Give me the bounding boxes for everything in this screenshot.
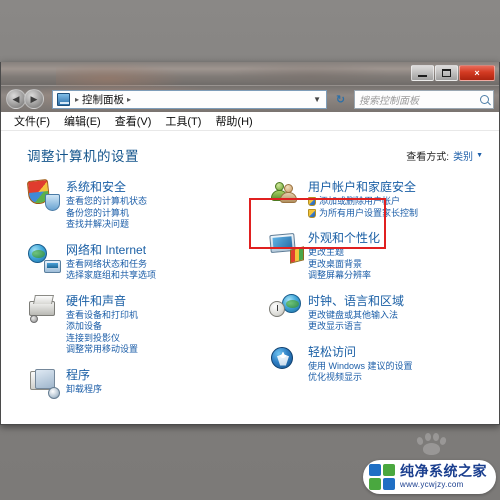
category-link[interactable]: 为所有用户设置家长控制 [308, 208, 418, 220]
control-panel-content: 调整计算机的设置 查看方式: 类别 ▼ 系统和安全 查看您的计算机状态 备份您的… [1, 131, 499, 424]
breadcrumb-control-panel[interactable]: 控制面板 [82, 92, 124, 107]
paw-print-watermark [414, 432, 448, 458]
category-title[interactable]: 时钟、语言和区域 [308, 294, 404, 308]
category-link-text: 添加或删除用户帐户 [319, 196, 401, 206]
site-watermark-url: www.ycwjzy.com [400, 479, 464, 489]
search-icon [480, 94, 489, 104]
appearance-personalization-icon [269, 230, 304, 264]
site-watermark-title: 纯净系统之家 [400, 463, 487, 480]
nav-arrows: ◀ ▶ [6, 89, 44, 109]
category-link[interactable]: 连接到投影仪 [66, 333, 138, 345]
category-link[interactable]: 更改桌面背景 [308, 259, 380, 271]
address-bar[interactable]: ▸ 控制面板 ▸ ▼ [52, 89, 327, 109]
category-link[interactable]: 查看您的计算机状态 [66, 196, 147, 208]
category-link[interactable]: 调整常用移动设置 [66, 344, 138, 356]
category-title[interactable]: 程序 [66, 368, 102, 382]
uac-shield-icon [308, 197, 316, 207]
site-logo-icon [369, 464, 395, 490]
category-link[interactable]: 调整屏幕分辨率 [308, 270, 380, 282]
menu-bar: 文件(F) 编辑(E) 查看(V) 工具(T) 帮助(H) [1, 112, 499, 131]
ease-of-access-icon [269, 344, 303, 376]
category-user-accounts-family-safety[interactable]: 用户帐户和家庭安全 添加或删除用户帐户 为所有用户设置家长控制 [269, 179, 483, 219]
view-by-selector[interactable]: 查看方式: 类别 ▼ [406, 145, 483, 163]
user-accounts-icon [269, 179, 303, 211]
window-controls: × [410, 65, 495, 81]
view-by-label: 查看方式: [406, 152, 450, 163]
category-link[interactable]: 查找并解决问题 [66, 219, 147, 231]
category-link-text: 为所有用户设置家长控制 [319, 207, 419, 218]
category-columns: 系统和安全 查看您的计算机状态 备份您的计算机 查找并解决问题 网络和 Inte… [26, 178, 483, 410]
category-clock-language-region[interactable]: 时钟、语言和区域 更改键盘或其他输入法 更改显示语言 [269, 293, 483, 333]
chevron-down-icon[interactable]: ▼ [476, 152, 483, 159]
hardware-sound-icon [27, 293, 61, 325]
breadcrumb-separator-1: ▸ [75, 94, 80, 104]
minimize-button[interactable] [411, 65, 434, 81]
category-link[interactable]: 添加或删除用户帐户 [308, 196, 418, 208]
category-hardware-and-sound[interactable]: 硬件和声音 查看设备和打印机 添加设备 连接到投影仪 调整常用移动设置 [27, 293, 255, 356]
menu-item-help[interactable]: 帮助(H) [208, 113, 259, 129]
clock-language-region-icon [269, 293, 303, 325]
menu-item-tools[interactable]: 工具(T) [158, 113, 208, 129]
uac-shield-icon [308, 208, 316, 218]
system-security-icon [26, 178, 61, 211]
left-category-column: 系统和安全 查看您的计算机状态 备份您的计算机 查找并解决问题 网络和 Inte… [26, 178, 255, 410]
category-link[interactable]: 卸载程序 [66, 384, 102, 396]
right-category-column: 用户帐户和家庭安全 添加或删除用户帐户 为所有用户设置家长控制 外观和个性化 更… [255, 179, 483, 410]
category-link[interactable]: 使用 Windows 建议的设置 [308, 361, 413, 373]
category-link[interactable]: 查看设备和打印机 [66, 310, 138, 322]
menu-item-file[interactable]: 文件(F) [7, 113, 57, 129]
refresh-icon[interactable]: ↻ [331, 90, 350, 109]
category-link[interactable]: 优化视频显示 [308, 372, 413, 384]
back-button[interactable]: ◀ [6, 89, 26, 109]
category-link[interactable]: 备份您的计算机 [66, 208, 147, 220]
category-title[interactable]: 外观和个性化 [308, 231, 380, 245]
category-link[interactable]: 查看网络状态和任务 [66, 259, 156, 271]
menu-item-view[interactable]: 查看(V) [108, 113, 159, 129]
view-by-value[interactable]: 类别 [453, 148, 473, 163]
category-title[interactable]: 网络和 Internet [66, 243, 156, 257]
category-link[interactable]: 选择家庭组和共享选项 [66, 270, 156, 282]
category-title[interactable]: 轻松访问 [308, 345, 413, 359]
category-ease-of-access[interactable]: 轻松访问 使用 Windows 建议的设置 优化视频显示 [269, 344, 483, 384]
programs-icon [27, 367, 61, 399]
category-network-and-internet[interactable]: 网络和 Internet 查看网络状态和任务 选择家庭组和共享选项 [27, 242, 255, 282]
search-box[interactable]: 搜索控制面板 [354, 89, 494, 109]
forward-button[interactable]: ▶ [24, 89, 44, 109]
category-title[interactable]: 系统和安全 [66, 180, 147, 194]
category-link[interactable]: 更改显示语言 [308, 321, 404, 333]
breadcrumb-separator-2[interactable]: ▸ [127, 95, 131, 104]
network-internet-icon [27, 242, 61, 274]
category-title[interactable]: 硬件和声音 [66, 294, 138, 308]
category-link[interactable]: 更改键盘或其他输入法 [308, 310, 404, 322]
menu-item-edit[interactable]: 编辑(E) [57, 113, 108, 129]
search-input[interactable]: 搜索控制面板 [359, 92, 480, 107]
category-appearance-and-personalization[interactable]: 外观和个性化 更改主题 更改桌面背景 调整屏幕分辨率 [269, 230, 483, 282]
control-panel-window: × ◀ ▶ ▸ 控制面板 ▸ ▼ ↻ 搜索控制面板 文件(F) 编辑(E) 查看… [0, 62, 500, 425]
category-title[interactable]: 用户帐户和家庭安全 [308, 180, 418, 194]
content-header: 调整计算机的设置 查看方式: 类别 ▼ [27, 145, 483, 165]
site-watermark: 纯净系统之家 www.ycwjzy.com [363, 460, 496, 494]
category-link[interactable]: 更改主题 [308, 247, 380, 259]
page-title: 调整计算机的设置 [27, 149, 139, 164]
navigation-bar: ◀ ▶ ▸ 控制面板 ▸ ▼ ↻ 搜索控制面板 [1, 86, 499, 112]
address-dropdown-icon[interactable]: ▼ [313, 95, 324, 104]
desktop-background: × ◀ ▶ ▸ 控制面板 ▸ ▼ ↻ 搜索控制面板 文件(F) 编辑(E) 查看… [0, 0, 500, 500]
control-panel-icon [57, 92, 70, 106]
category-link[interactable]: 添加设备 [66, 321, 138, 333]
window-title-bar: × [1, 62, 499, 86]
category-system-and-security[interactable]: 系统和安全 查看您的计算机状态 备份您的计算机 查找并解决问题 [26, 178, 255, 231]
close-button[interactable]: × [459, 65, 495, 81]
category-programs[interactable]: 程序 卸载程序 [27, 367, 255, 399]
maximize-button[interactable] [435, 65, 458, 81]
